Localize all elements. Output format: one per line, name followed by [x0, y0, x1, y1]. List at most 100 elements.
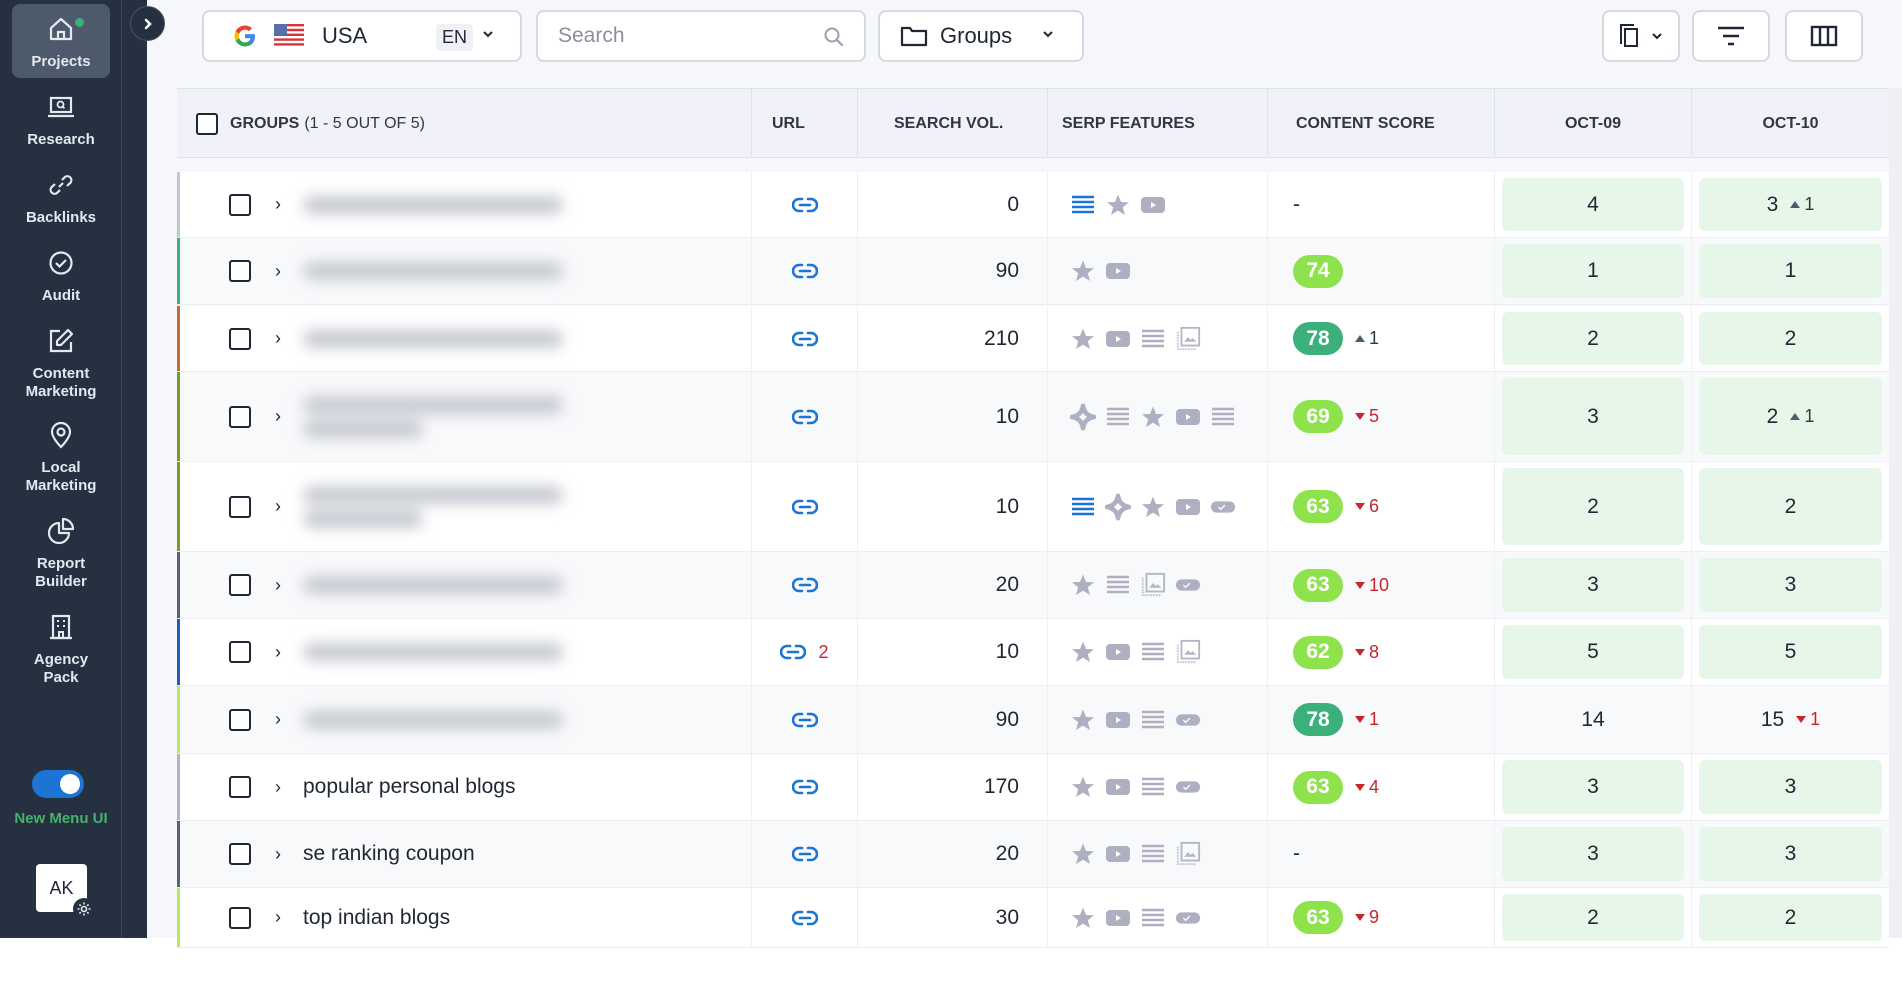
cell-position-oct-09[interactable]: 14 — [1495, 686, 1692, 753]
content-score-badge[interactable]: 63 — [1293, 901, 1343, 934]
keyword-text[interactable]: top indian blogs — [303, 906, 450, 930]
star-rating-icon[interactable] — [1140, 405, 1166, 429]
search-input[interactable] — [558, 24, 818, 48]
settings-gear-icon[interactable] — [73, 898, 95, 920]
content-score-badge[interactable]: 63 — [1293, 568, 1343, 602]
row-checkbox[interactable] — [229, 327, 251, 350]
columns-button[interactable] — [1785, 10, 1863, 62]
expand-chevron-icon[interactable]: › — [275, 907, 281, 928]
row-checkbox[interactable] — [229, 776, 251, 798]
ai-overview-icon[interactable] — [1105, 493, 1131, 520]
expand-chevron-icon[interactable]: › — [275, 844, 281, 865]
url-count[interactable]: 2 — [818, 642, 828, 663]
row-checkbox[interactable] — [229, 574, 251, 596]
cell-position-oct-10[interactable]: 2 — [1692, 306, 1889, 371]
keyword-text[interactable]: popular personal blogs — [303, 775, 515, 799]
content-score-badge[interactable]: 63 — [1293, 770, 1343, 804]
star-rating-icon[interactable] — [1140, 495, 1166, 519]
list-icon[interactable] — [1105, 405, 1131, 429]
row-checkbox[interactable] — [229, 495, 251, 518]
expand-chevron-icon[interactable]: › — [275, 709, 281, 730]
featured-list-icon[interactable] — [1070, 193, 1096, 217]
avatar[interactable]: AK — [36, 864, 95, 920]
expand-chevron-icon[interactable]: › — [275, 777, 281, 798]
cell-position-oct-10[interactable]: 31 — [1692, 172, 1889, 237]
video-icon[interactable] — [1175, 495, 1201, 519]
star-rating-icon[interactable] — [1070, 906, 1096, 930]
expand-chevron-icon[interactable]: › — [275, 406, 281, 427]
content-score-badge[interactable]: 69 — [1293, 400, 1343, 433]
cell-position-oct-09[interactable]: 4 — [1495, 172, 1692, 237]
table-row[interactable]: › popular personal blogs 170 63 4 3 3 — [177, 754, 1889, 821]
url-link-icon[interactable] — [791, 196, 818, 214]
cell-position-oct-10[interactable]: 2 — [1692, 462, 1889, 551]
table-row[interactable]: › 210 78 1 2 2 — [177, 306, 1889, 372]
header-date-oct-10[interactable]: OCT-10 — [1692, 89, 1889, 158]
cell-position-oct-09[interactable]: 3 — [1495, 754, 1692, 820]
header-groups[interactable]: GROUPS (1 - 5 OUT OF 5) — [177, 89, 752, 158]
header-url[interactable]: URL — [752, 89, 858, 158]
list-icon[interactable] — [1210, 405, 1236, 429]
url-link-icon[interactable] — [791, 330, 818, 348]
images-icon[interactable] — [1175, 841, 1201, 866]
cell-position-oct-09[interactable]: 2 — [1495, 462, 1692, 551]
search-field[interactable] — [536, 10, 866, 62]
ai-overview-icon[interactable] — [1070, 403, 1096, 430]
video-icon[interactable] — [1105, 640, 1131, 664]
url-link-icon[interactable] — [791, 408, 818, 426]
list-icon[interactable] — [1140, 906, 1166, 930]
list-icon[interactable] — [1140, 640, 1166, 664]
sidebar-expand-button[interactable] — [130, 6, 165, 41]
cell-position-oct-10[interactable]: 2 — [1692, 888, 1889, 947]
expand-chevron-icon[interactable]: › — [275, 575, 281, 596]
list-icon[interactable] — [1140, 708, 1166, 732]
url-link-icon[interactable] — [791, 845, 818, 863]
table-row[interactable]: › 10 69 5 3 2 1 — [177, 372, 1889, 462]
table-row[interactable]: › 20 63 10 3 3 — [177, 552, 1889, 619]
content-score-badge[interactable]: 74 — [1293, 254, 1343, 288]
cell-position-oct-10[interactable]: 15 1 — [1692, 686, 1889, 753]
row-checkbox[interactable] — [229, 405, 251, 428]
cell-position-oct-10[interactable]: 21 — [1692, 372, 1889, 461]
expand-chevron-icon[interactable]: › — [275, 496, 281, 517]
sidebar-item-report-builder[interactable]: Report Builder — [12, 516, 110, 592]
url-link-icon[interactable] — [791, 262, 818, 280]
url-link-icon[interactable] — [791, 711, 818, 729]
table-row[interactable]: › 90 78 1 14 15 1 — [177, 686, 1889, 754]
sidebar-item-projects[interactable]: Projects — [12, 4, 110, 78]
cell-position-oct-09[interactable]: 3 — [1495, 821, 1692, 887]
table-row[interactable]: › 10 63 6 2 2 — [177, 462, 1889, 552]
list-icon[interactable] — [1105, 573, 1131, 597]
row-checkbox[interactable] — [229, 193, 251, 216]
cell-position-oct-09[interactable]: 2 — [1495, 888, 1692, 947]
star-rating-icon[interactable] — [1070, 775, 1096, 799]
url-link-icon[interactable] — [791, 778, 818, 796]
table-row[interactable]: › 90 74 1 1 — [177, 238, 1889, 305]
list-icon[interactable] — [1140, 775, 1166, 799]
toggle-feature-icon[interactable] — [1175, 573, 1201, 597]
row-checkbox[interactable] — [229, 843, 251, 865]
star-rating-icon[interactable] — [1070, 259, 1096, 283]
row-checkbox[interactable] — [229, 906, 251, 929]
video-icon[interactable] — [1105, 775, 1131, 799]
table-row[interactable]: › 0-4 3 1 — [177, 172, 1889, 238]
toggle-feature-icon[interactable] — [1210, 495, 1236, 519]
list-icon[interactable] — [1140, 842, 1166, 866]
content-score-badge[interactable]: 78 — [1293, 322, 1343, 355]
star-rating-icon[interactable] — [1070, 708, 1096, 732]
sidebar-item-audit[interactable]: Audit — [12, 248, 110, 306]
video-icon[interactable] — [1105, 259, 1131, 283]
expand-chevron-icon[interactable]: › — [275, 328, 281, 349]
row-checkbox[interactable] — [229, 260, 251, 282]
cell-position-oct-10[interactable]: 5 — [1692, 619, 1889, 685]
video-icon[interactable] — [1105, 708, 1131, 732]
cell-position-oct-09[interactable]: 2 — [1495, 306, 1692, 371]
star-rating-icon[interactable] — [1070, 573, 1096, 597]
list-icon[interactable] — [1140, 327, 1166, 351]
star-rating-icon[interactable] — [1070, 640, 1096, 664]
keyword-text[interactable]: se ranking coupon — [303, 842, 475, 866]
select-all-checkbox[interactable] — [196, 112, 218, 135]
sidebar-item-content-marketing[interactable]: Content Marketing — [12, 326, 110, 402]
toggle-feature-icon[interactable] — [1175, 906, 1201, 930]
video-icon[interactable] — [1105, 906, 1131, 930]
